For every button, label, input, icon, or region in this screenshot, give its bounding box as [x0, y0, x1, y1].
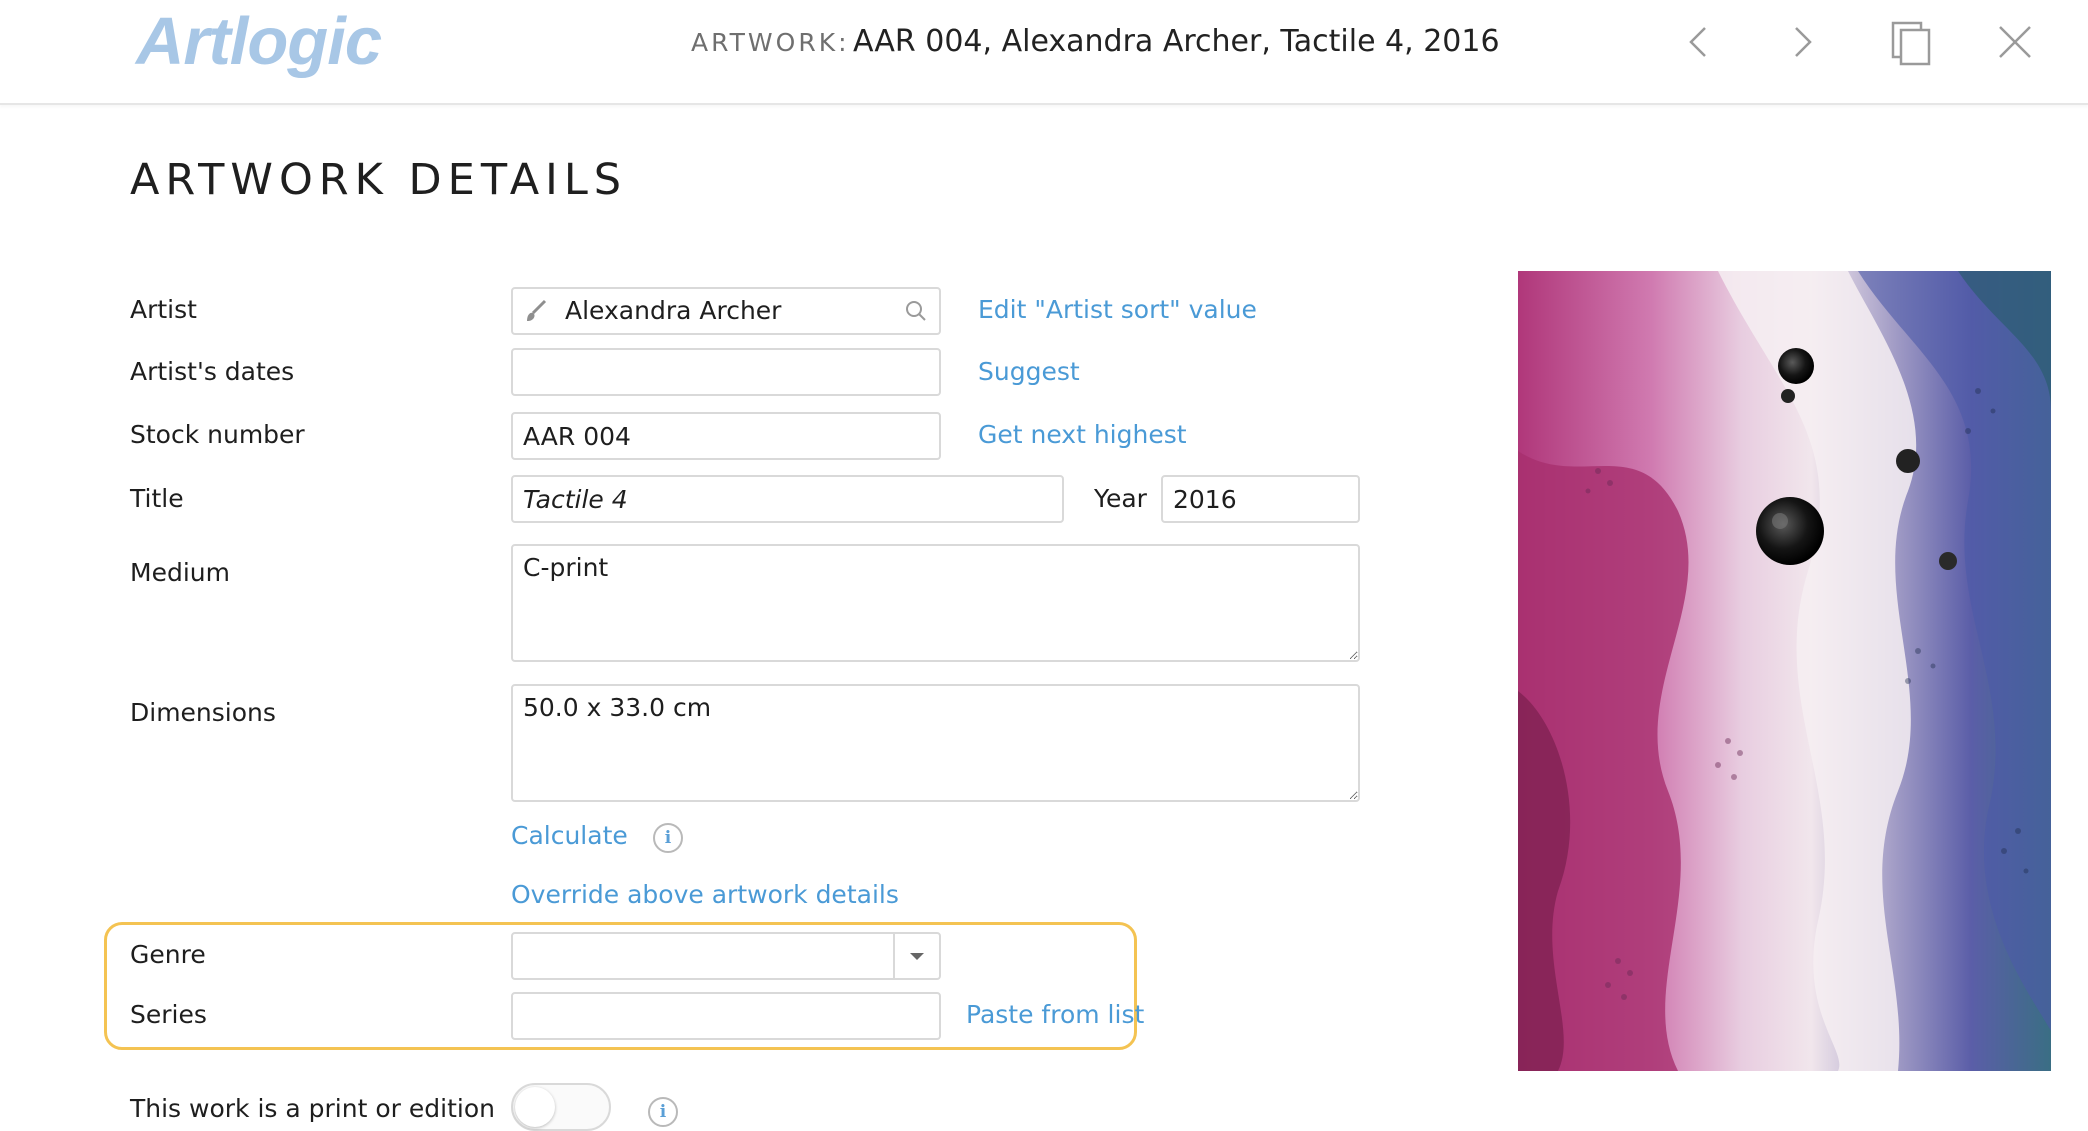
edit-artist-sort-link[interactable]: Edit "Artist sort" value: [978, 293, 1257, 327]
dimensions-label: Dimensions: [130, 698, 276, 727]
caret-down-icon: [910, 953, 924, 960]
page-title: ARTWORK DETAILS: [130, 155, 628, 205]
get-next-highest-link[interactable]: Get next highest: [978, 418, 1187, 452]
print-edition-label: This work is a print or edition: [130, 1094, 495, 1123]
artist-input[interactable]: Alexandra Archer: [511, 287, 941, 335]
header-prefix: ARTWORK:: [691, 28, 850, 57]
calculate-link[interactable]: Calculate: [511, 819, 628, 853]
genre-dropdown-button[interactable]: [893, 934, 939, 978]
medium-label: Medium: [130, 558, 230, 587]
dimensions-textarea[interactable]: 50.0 x 33.0 cm: [511, 684, 1360, 802]
paste-from-list-link[interactable]: Paste from list: [966, 998, 1144, 1032]
brush-icon: [523, 298, 549, 324]
genre-select[interactable]: [511, 932, 941, 980]
artist-label: Artist: [130, 295, 197, 324]
duplicate-icon[interactable]: [1884, 14, 1940, 70]
header-title: AAR 004, Alexandra Archer, Tactile 4, 20…: [853, 24, 1500, 59]
artist-dates-input[interactable]: [511, 348, 941, 396]
search-icon[interactable]: [903, 298, 929, 324]
medium-textarea[interactable]: C-print: [511, 544, 1360, 662]
chevron-left-icon[interactable]: [1671, 14, 1727, 70]
artist-dates-label: Artist's dates: [130, 357, 295, 386]
series-label: Series: [130, 1000, 207, 1029]
stock-number-label: Stock number: [130, 420, 305, 449]
chevron-right-icon[interactable]: [1774, 14, 1830, 70]
toggle-knob: [515, 1087, 555, 1127]
override-artwork-details-link[interactable]: Override above artwork details: [511, 878, 899, 912]
year-label: Year: [1094, 484, 1147, 513]
info-icon[interactable]: i: [653, 823, 683, 853]
artwork-image: [1518, 271, 2051, 1071]
artlogic-logo: Artlogic: [136, 4, 382, 79]
suggest-link[interactable]: Suggest: [978, 355, 1080, 389]
print-edition-toggle[interactable]: [511, 1083, 611, 1131]
title-input[interactable]: [511, 475, 1064, 523]
artist-value: Alexandra Archer: [565, 296, 782, 325]
close-icon[interactable]: [1987, 14, 2043, 70]
series-input[interactable]: [511, 992, 941, 1040]
info-icon[interactable]: i: [648, 1097, 678, 1127]
stock-number-input[interactable]: [511, 412, 941, 460]
genre-label: Genre: [130, 940, 206, 969]
title-label: Title: [130, 484, 184, 513]
year-input[interactable]: [1161, 475, 1360, 523]
